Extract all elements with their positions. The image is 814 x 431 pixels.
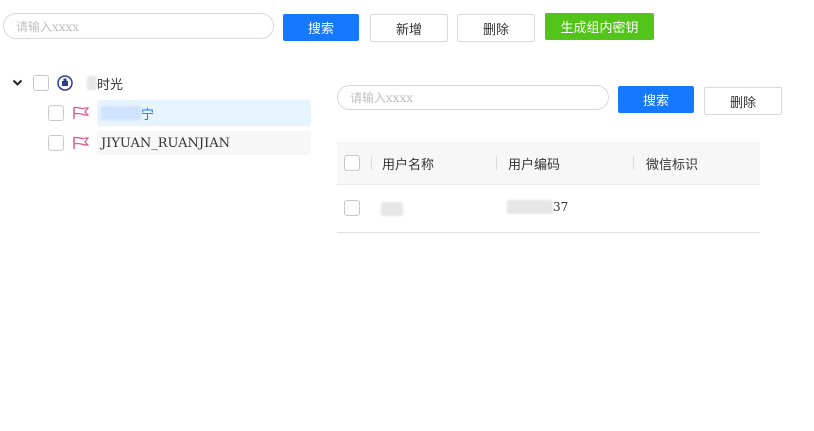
flag-icon: [72, 136, 90, 150]
organization-icon: [57, 75, 73, 91]
panel-search-button[interactable]: 搜索: [618, 86, 694, 113]
search-input[interactable]: 请输入xxxx: [3, 13, 274, 39]
search-button[interactable]: 搜索: [283, 14, 359, 41]
tree-node-selected[interactable]: 宁: [97, 100, 311, 126]
search-placeholder: 请输入xxxx: [16, 19, 80, 34]
redacted-text: [101, 106, 141, 120]
column-divider: [496, 156, 497, 170]
generate-group-key-button[interactable]: 生成组内密钥: [545, 13, 654, 40]
table-header: 用户名称 用户编码 微信标识: [337, 142, 760, 185]
redacted-text: [507, 200, 553, 214]
tree-checkbox[interactable]: [48, 135, 64, 151]
select-all-checkbox[interactable]: [344, 155, 360, 171]
add-button[interactable]: 新增: [370, 14, 448, 42]
panel-delete-button[interactable]: 删除: [704, 87, 782, 115]
tree-node-item[interactable]: JIYUAN_RUANJIAN: [97, 131, 311, 155]
tree-node-child[interactable]: 宁: [0, 100, 320, 126]
column-header-wechat[interactable]: 微信标识: [646, 154, 698, 173]
panel-search-input[interactable]: 请输入xxxx: [337, 85, 609, 110]
column-header-name[interactable]: 用户名称: [382, 154, 434, 173]
panel-search-placeholder: 请输入xxxx: [350, 91, 414, 105]
chevron-down-icon[interactable]: [10, 79, 24, 87]
user-code-cell: 37: [553, 200, 569, 214]
user-table: 用户名称 用户编码 微信标识 37: [337, 142, 760, 233]
org-tree: 时光 宁 JIYUAN_RUANJIAN: [0, 70, 320, 156]
tree-checkbox[interactable]: [48, 105, 64, 121]
column-header-code[interactable]: 用户编码: [508, 154, 560, 173]
redacted-text: [87, 76, 97, 90]
column-divider: [633, 156, 634, 170]
delete-button[interactable]: 删除: [457, 14, 535, 42]
row-checkbox[interactable]: [344, 200, 360, 216]
tree-node-label: 宁: [141, 107, 155, 123]
tree-checkbox[interactable]: [33, 75, 49, 91]
redacted-text: [381, 202, 403, 216]
tree-node-label: JIYUAN_RUANJIAN: [101, 135, 230, 151]
tree-node-child[interactable]: JIYUAN_RUANJIAN: [0, 130, 320, 156]
column-divider: [371, 156, 372, 170]
flag-icon: [72, 106, 90, 120]
table-row[interactable]: 37: [337, 185, 760, 233]
tree-node-root[interactable]: 时光: [0, 70, 320, 96]
tree-node-label: 时光: [97, 77, 124, 93]
